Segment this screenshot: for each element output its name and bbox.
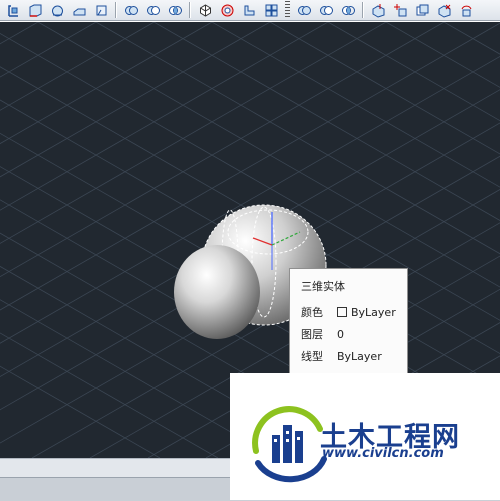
toolbar-group-boolean-1 bbox=[120, 0, 186, 20]
tooltip-key: 颜色 bbox=[301, 306, 323, 319]
subtract-icon[interactable] bbox=[316, 1, 336, 19]
ucs-face-icon[interactable] bbox=[25, 1, 45, 19]
toolbar-group-boolean-2 bbox=[293, 0, 359, 20]
toolbar bbox=[0, 0, 500, 21]
tooltip-value: 0 bbox=[337, 327, 344, 341]
intersect-icon[interactable] bbox=[165, 1, 185, 19]
orbit-icon[interactable] bbox=[195, 1, 215, 19]
wedge-icon[interactable] bbox=[239, 1, 259, 19]
delete-face-icon[interactable] bbox=[434, 1, 454, 19]
toolbar-separator bbox=[189, 2, 191, 18]
toolbar-group-solid-edit bbox=[367, 0, 477, 20]
union-icon[interactable] bbox=[294, 1, 314, 19]
toolbar-grip[interactable] bbox=[285, 1, 290, 19]
tooltip-value: ByLayer bbox=[337, 349, 382, 363]
tooltip-key: 线型 bbox=[301, 350, 323, 363]
small-sphere[interactable] bbox=[174, 245, 260, 339]
intersect-icon[interactable] bbox=[338, 1, 358, 19]
tooltip-title: 三维实体 bbox=[301, 280, 345, 293]
quick-properties-tooltip: 三维实体 颜色 ByLayer 图层 0 线型 ByLayer bbox=[289, 268, 408, 374]
ucs-object-icon[interactable] bbox=[47, 1, 67, 19]
union-icon[interactable] bbox=[121, 1, 141, 19]
ucs-view-icon[interactable] bbox=[69, 1, 89, 19]
ucs-origin-icon[interactable] bbox=[91, 1, 111, 19]
color-swatch-icon bbox=[337, 307, 347, 317]
subtract-icon[interactable] bbox=[143, 1, 163, 19]
extrude-face-icon[interactable] bbox=[368, 1, 388, 19]
watermark-url: www.civilcn.com bbox=[322, 446, 444, 461]
view-cube-icon[interactable] bbox=[217, 1, 237, 19]
tooltip-row-color: 颜色 ByLayer bbox=[301, 301, 407, 323]
toolbar-group-ucs bbox=[2, 0, 112, 20]
tooltip-key: 图层 bbox=[301, 328, 323, 341]
toolbar-separator bbox=[115, 2, 117, 18]
ucs-icon[interactable] bbox=[3, 1, 23, 19]
move-face-icon[interactable] bbox=[390, 1, 410, 19]
tooltip-row-layer: 图层 0 bbox=[301, 323, 407, 345]
toolbar-separator bbox=[362, 2, 364, 18]
rotate-face-icon[interactable] bbox=[456, 1, 476, 19]
watermark: 土木工程网 www.civilcn.com bbox=[230, 373, 500, 500]
toolbar-group-view bbox=[194, 0, 282, 20]
tooltip-value: ByLayer bbox=[351, 305, 396, 319]
offset-face-icon[interactable] bbox=[412, 1, 432, 19]
cylinder-icon[interactable] bbox=[261, 1, 281, 19]
tooltip-row-linetype: 线型 ByLayer bbox=[301, 345, 407, 367]
